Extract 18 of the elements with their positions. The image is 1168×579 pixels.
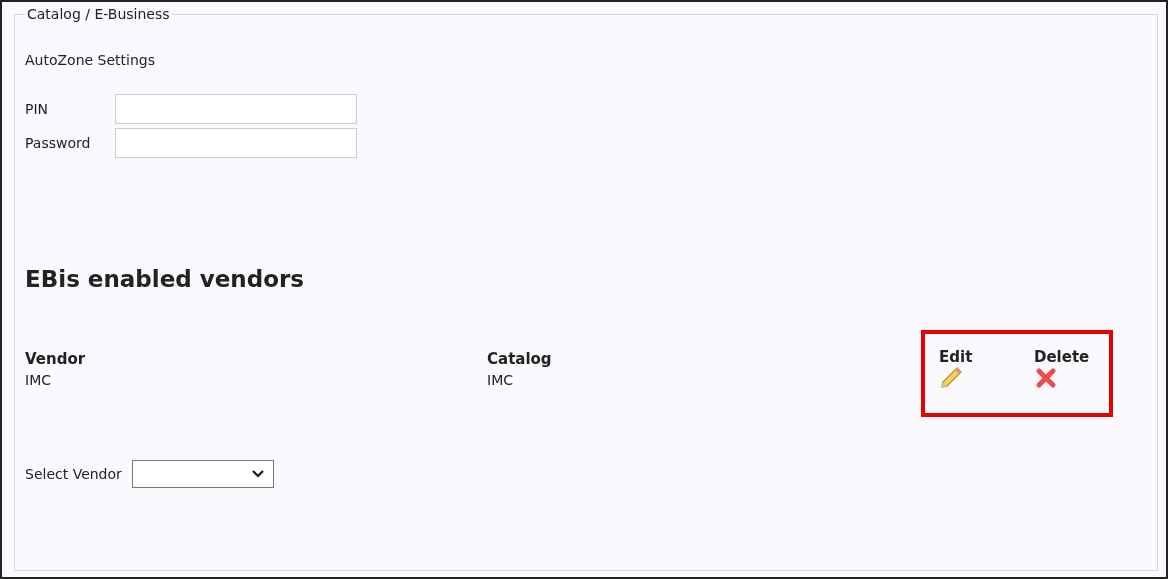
table-cell-text: IMC (487, 372, 514, 388)
field-label: Password (25, 135, 92, 151)
input-field[interactable] (115, 128, 357, 158)
delete-icon[interactable] (1034, 366, 1058, 390)
section-heading: EBis enabled vendors (25, 266, 305, 292)
table-cell-text: IMC (25, 372, 52, 388)
column-header: Edit (939, 348, 974, 366)
field-label: PIN (25, 101, 50, 117)
column-header: Vendor (25, 350, 87, 368)
field-label: Select Vendor (25, 466, 122, 482)
column-header: Catalog (487, 350, 553, 368)
fieldset-legend: Catalog / E-Business (25, 6, 172, 22)
input-field[interactable] (115, 94, 357, 124)
chevron-down-icon (250, 469, 265, 479)
vendor-dropdown[interactable] (131, 460, 274, 488)
column-header: Delete (1034, 348, 1091, 366)
pencil-icon[interactable] (939, 366, 963, 390)
section-title: AutoZone Settings (25, 52, 157, 68)
